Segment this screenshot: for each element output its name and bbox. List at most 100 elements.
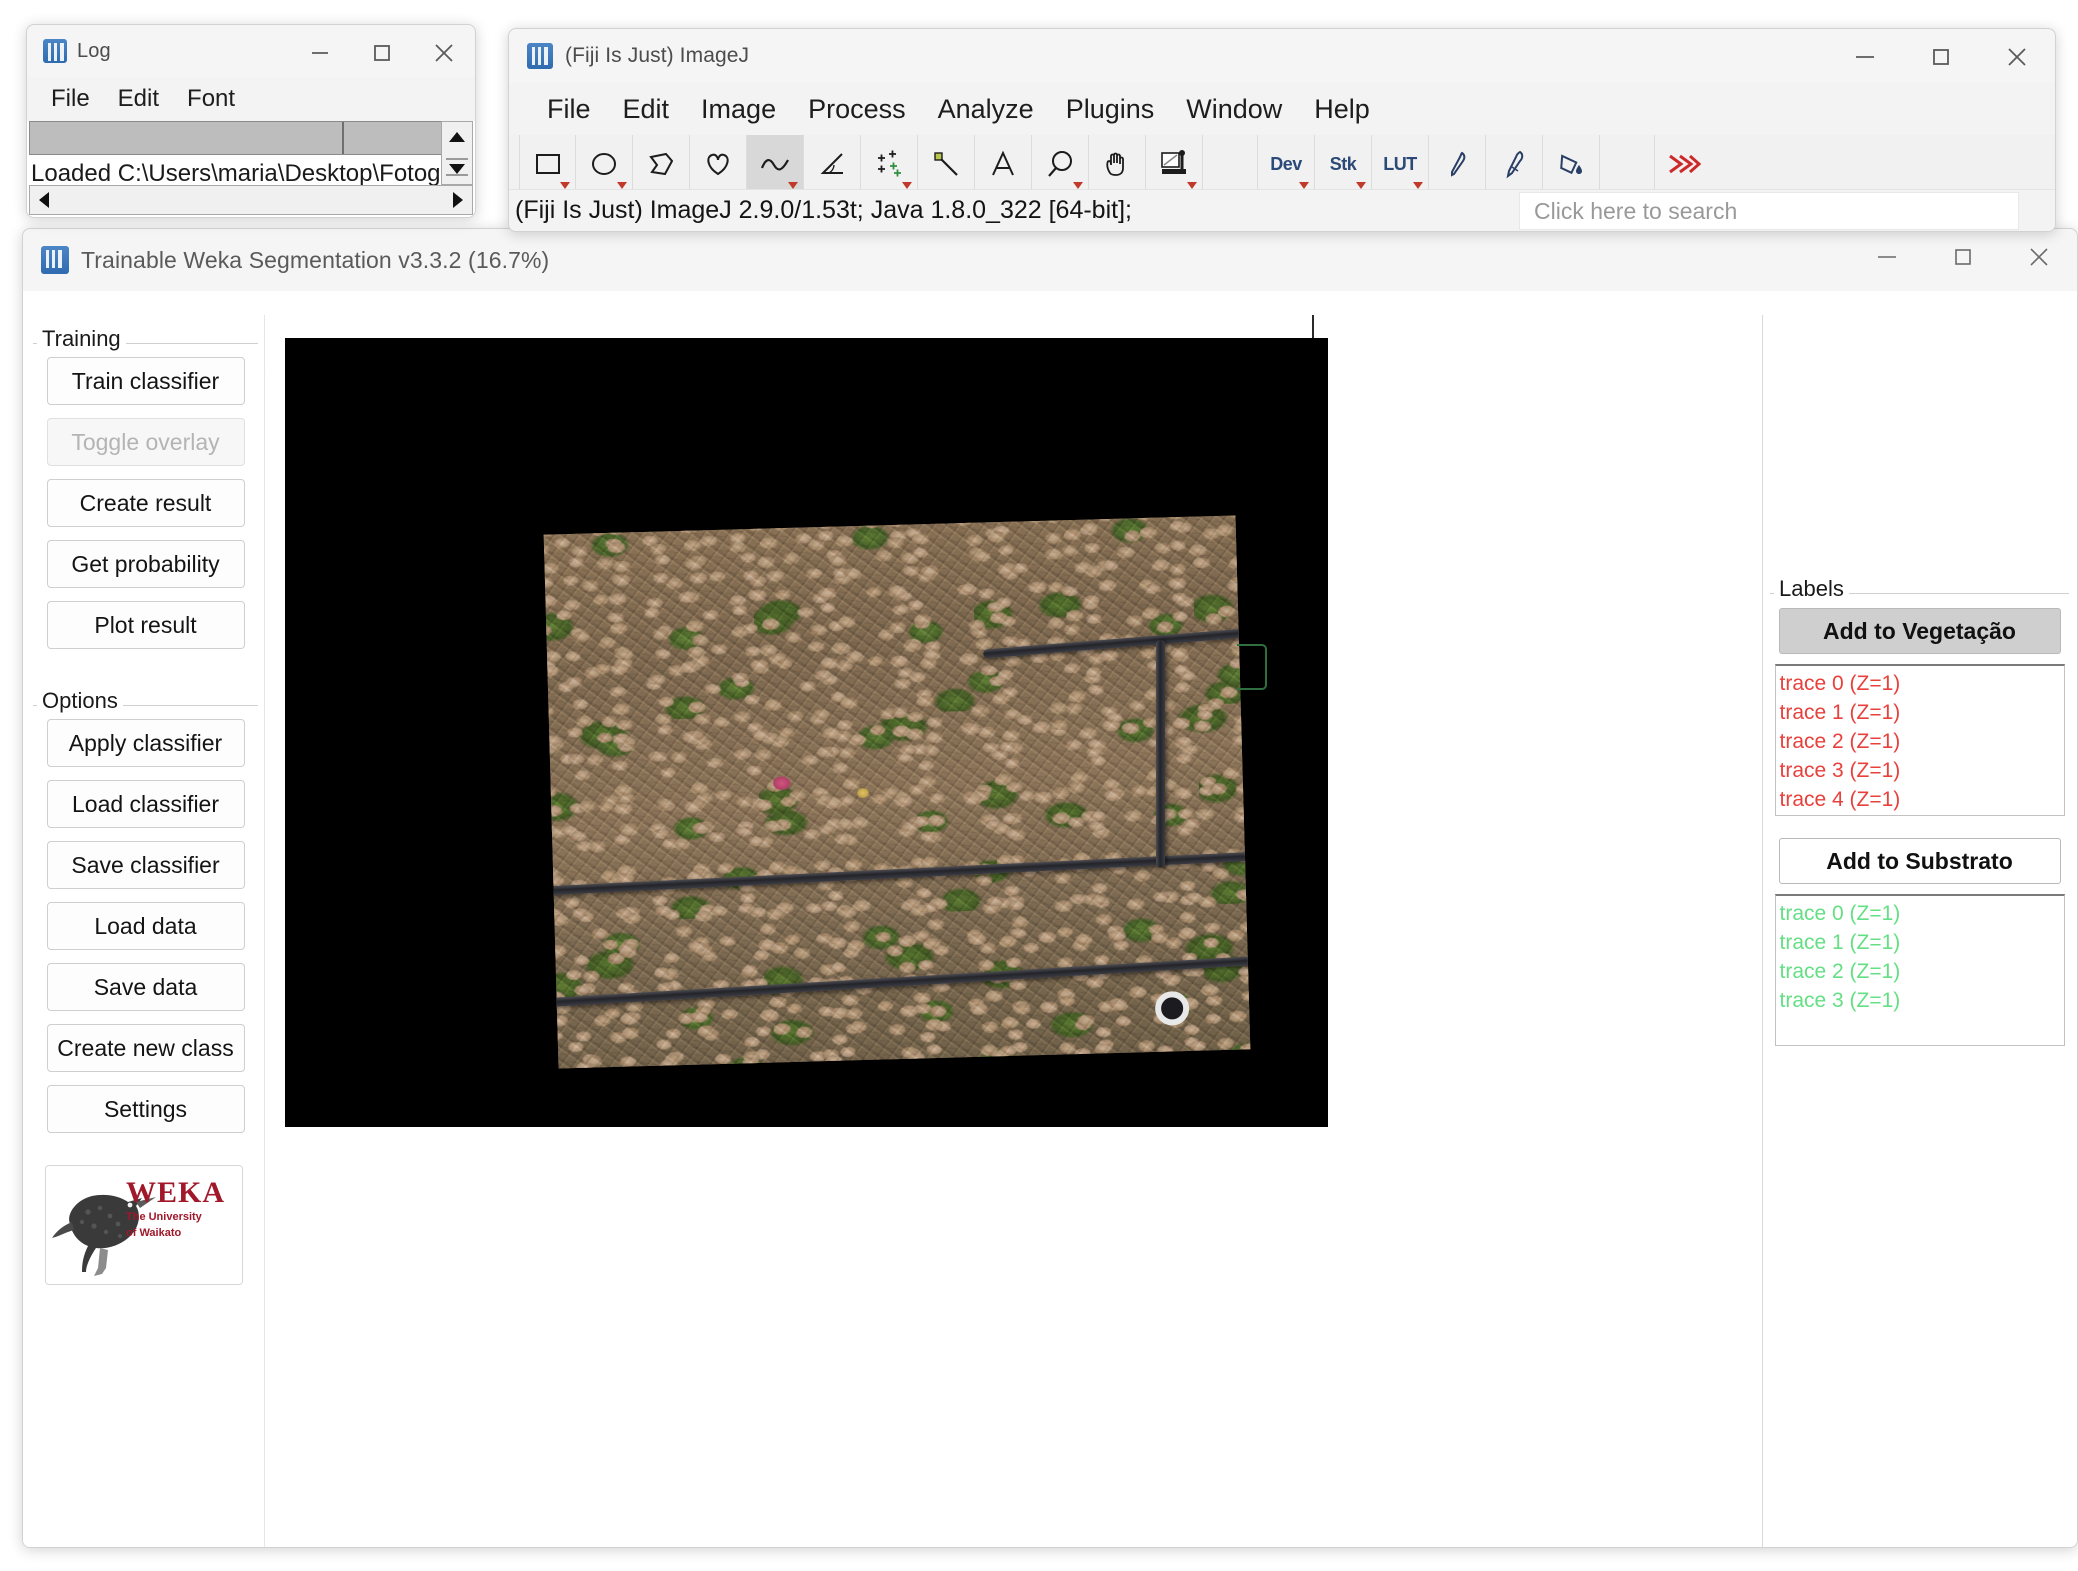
roi-marker [1237,644,1267,690]
menu-help[interactable]: Help [1298,94,1386,125]
flood-fill-tool[interactable] [1543,135,1600,193]
substrato-trace-list[interactable]: trace 0 (Z=1) trace 1 (Z=1) trace 2 (Z=1… [1774,894,2065,1046]
imagej-status-text: (Fiji Is Just) ImageJ 2.9.0/1.53t; Java … [515,196,1132,224]
rectangle-tool[interactable] [519,135,576,193]
log-window[interactable]: Log File Edit Font Loaded C:\Users\maria… [26,24,476,218]
dropdown-indicator-icon [1413,182,1423,189]
brush-tool[interactable] [1486,135,1543,193]
list-item[interactable]: trace 1 (Z=1) [1780,928,2064,957]
hand-tool[interactable] [1089,135,1146,193]
dropper-tool[interactable] [1146,135,1203,193]
toggle-overlay-button: Toggle overlay [46,418,245,466]
scroll-up-icon[interactable] [442,122,472,152]
weka-body: 3648x2736 pixels; RGB; 38MB Training Tra… [23,291,2077,1547]
log-window-title: Log [77,39,111,62]
labels-group: Labels Add to Vegetação trace 0 (Z=1) tr… [1770,576,2069,1046]
list-item[interactable]: trace 1 (Z=1) [1780,698,2064,727]
menu-process[interactable]: Process [792,94,922,125]
minimize-icon[interactable] [1849,229,1925,285]
weka-titlebar[interactable]: Trainable Weka Segmentation v3.3.2 (16.7… [23,229,2077,291]
log-window-controls [289,25,475,81]
create-new-class-button[interactable]: Create new class [46,1024,245,1072]
minimize-icon[interactable] [289,27,351,79]
maximize-icon[interactable] [1903,29,1979,85]
toolbar-separator-2 [1600,135,1655,193]
menu-edit[interactable]: Edit [607,94,686,125]
vegetacao-trace-list[interactable]: trace 0 (Z=1) trace 1 (Z=1) trace 2 (Z=1… [1774,664,2065,816]
save-data-button[interactable]: Save data [46,963,245,1011]
log-menu-file[interactable]: File [37,85,104,113]
save-classifier-button[interactable]: Save classifier [46,841,245,889]
create-result-button[interactable]: Create result [46,479,245,527]
dev-button[interactable]: Dev [1258,135,1315,193]
freehand-line-tool[interactable] [747,135,804,193]
list-item[interactable]: trace 3 (Z=1) [1780,986,2064,1015]
toolbar-separator [1203,135,1258,193]
log-menu-font[interactable]: Font [173,85,249,113]
scroll-down-icon[interactable] [442,154,472,184]
train-classifier-button[interactable]: Train classifier [46,357,245,405]
weka-wordmark: WEKA [126,1176,226,1209]
log-horizontal-scrollbar[interactable] [29,185,473,215]
image-canvas-area[interactable] [266,315,1762,1547]
list-item[interactable]: trace 0 (Z=1) [1780,669,2064,698]
maximize-icon[interactable] [351,27,413,79]
polygon-tool[interactable] [633,135,690,193]
list-item[interactable]: trace 4 (Z=1) [1780,785,2064,814]
list-item[interactable]: trace 0 (Z=1) [1780,899,2064,928]
stk-button[interactable]: Stk [1315,135,1372,193]
add-to-vegetacao-button[interactable]: Add to Vegetação [1778,608,2061,654]
weka-logo: WEKA The University of Waikato [45,1165,243,1285]
close-icon[interactable] [413,27,475,79]
multi-point-tool[interactable] [861,135,918,193]
plot-result-button[interactable]: Plot result [46,601,245,649]
dropdown-indicator-icon [1299,182,1309,189]
load-data-button[interactable]: Load data [46,902,245,950]
imagej-main-window[interactable]: (Fiji Is Just) ImageJ File Edit Image Pr… [508,28,2056,232]
scroll-left-icon[interactable] [30,186,58,214]
wand-tool[interactable] [918,135,975,193]
scroll-right-icon[interactable] [444,186,472,214]
menu-analyze[interactable]: Analyze [922,94,1050,125]
vegetation-photo[interactable] [543,515,1251,1069]
list-item[interactable]: trace 2 (Z=1) [1780,727,2064,756]
log-column-divider[interactable] [342,122,344,154]
imagej-titlebar[interactable]: (Fiji Is Just) ImageJ [509,29,2055,83]
menu-plugins[interactable]: Plugins [1050,94,1171,125]
close-icon[interactable] [1979,29,2055,85]
add-to-substrato-button[interactable]: Add to Substrato [1778,838,2061,884]
menu-image[interactable]: Image [685,94,792,125]
more-tools-button[interactable] [1655,135,1712,193]
log-column-header[interactable] [29,121,441,155]
text-tool[interactable] [975,135,1032,193]
log-titlebar[interactable]: Log [27,25,475,77]
close-icon[interactable] [2001,229,2077,285]
image-canvas[interactable] [285,338,1328,1127]
labels-group-label: Labels [1774,576,1849,602]
maximize-icon[interactable] [1925,229,2001,285]
freehand-tool[interactable] [690,135,747,193]
get-probability-button[interactable]: Get probability [46,540,245,588]
weka-window[interactable]: Trainable Weka Segmentation v3.3.2 (16.7… [22,228,2078,1548]
irrigation-hose-vertical [1156,639,1166,868]
apply-classifier-button[interactable]: Apply classifier [46,719,245,767]
settings-button[interactable]: Settings [46,1085,245,1133]
lut-button-label: LUT [1383,153,1417,174]
angle-tool[interactable] [804,135,861,193]
log-menu-edit[interactable]: Edit [104,85,173,113]
lut-button[interactable]: LUT [1372,135,1429,193]
oval-tool[interactable] [576,135,633,193]
log-body: Loaded C:\Users\maria\Desktop\Fotog [27,121,475,217]
menu-file[interactable]: File [531,94,607,125]
search-input[interactable]: Click here to search [1519,192,2019,230]
menu-window[interactable]: Window [1170,94,1298,125]
minimize-icon[interactable] [1827,29,1903,85]
list-item[interactable]: trace 3 (Z=1) [1780,756,2064,785]
list-item[interactable]: trace 2 (Z=1) [1780,957,2064,986]
weka-university-line1: The University [126,1211,202,1223]
magnifier-tool[interactable] [1032,135,1089,193]
log-vertical-scrollbar[interactable] [441,121,473,185]
load-classifier-button[interactable]: Load classifier [46,780,245,828]
pencil-tool[interactable] [1429,135,1486,193]
weka-logo-text: WEKA The University of Waikato [126,1178,236,1240]
